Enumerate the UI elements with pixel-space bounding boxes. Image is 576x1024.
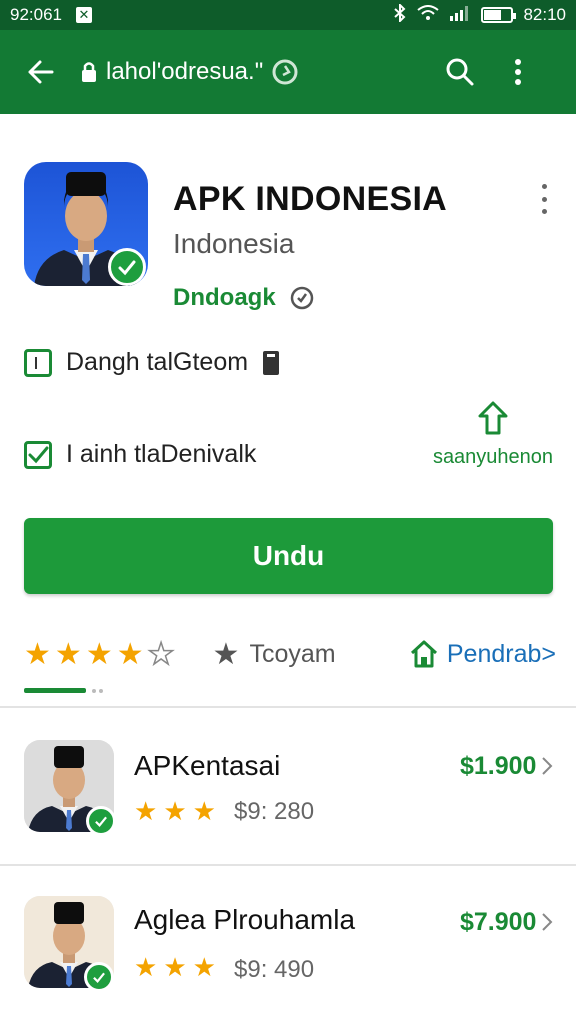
list-item-title: APKentasai [134, 750, 281, 781]
url-text: lahol'odresua." [106, 58, 264, 85]
arrow-left-icon [28, 60, 54, 84]
more-link-label: Pendrab> [446, 639, 556, 668]
list-item[interactable]: APKentasai ★ ★ ★ $9: 280 $1.900 [0, 716, 576, 866]
more-link[interactable]: Pendrab> [409, 639, 556, 669]
bluetooth-icon [393, 2, 407, 27]
share-upload-icon [478, 401, 508, 435]
list-item-meta: $9: 280 [234, 798, 315, 825]
star-filled-icon: ★ [85, 637, 113, 671]
check-badge-icon [84, 962, 114, 992]
app-details-card: APK INDONESIA Indonesia Dndoagk Dangh ta… [0, 114, 576, 814]
star-filled-icon: ★ [192, 796, 216, 826]
home-icon [410, 640, 437, 668]
divider [0, 706, 576, 708]
checkbox-unchecked[interactable] [24, 348, 52, 377]
list-item-title: Aglea Plrouhamla [134, 904, 356, 935]
more-menu-button[interactable] [490, 30, 546, 114]
list-item-stars: ★ ★ ★ [134, 796, 216, 827]
status-time-left: 92:061 [10, 5, 62, 24]
search-button[interactable] [430, 30, 490, 114]
divider [0, 864, 576, 866]
verified-icon [290, 286, 313, 310]
app-title: APK INDONESIA [173, 180, 448, 218]
star-filled-icon: ★ [24, 637, 51, 671]
install-button[interactable]: Undu [24, 518, 553, 594]
star-filled-icon: ★ [163, 952, 187, 982]
status-bar: 92:061 ✕ 82:10 [0, 0, 576, 30]
tab-dots [92, 689, 106, 693]
url-bar[interactable]: lahol'odresua." [80, 58, 410, 86]
star-filled-icon: ★ [116, 637, 144, 671]
list-item-price: $7.900 [460, 908, 537, 936]
star-filled-icon: ★ [54, 637, 82, 671]
option-row-1[interactable]: Dangh talGteom [24, 348, 280, 377]
rating-row: ★ ★ ★ ★ ★ ★ Tcoyam Pendrab> [24, 632, 556, 676]
refresh-icon[interactable] [271, 58, 299, 86]
chevron-right-icon [542, 913, 553, 931]
search-icon [446, 58, 474, 86]
more-vert-icon [515, 59, 521, 85]
app-icon[interactable] [24, 162, 148, 286]
developer-link[interactable]: Dndoagk [173, 284, 314, 312]
wifi-icon [417, 4, 440, 26]
list-item[interactable]: Aglea Plrouhamla ★ ★ ★ $9: 490 $7.900 [0, 870, 576, 1020]
star-empty-icon: ★ [147, 637, 175, 672]
category-label: Tcoyam [249, 639, 336, 668]
list-item-meta: $9: 490 [234, 956, 315, 983]
star-filled-icon: ★ [134, 796, 158, 826]
option-2-label: I ainh tlaDenivalk [66, 440, 257, 468]
option-1-label: Dangh talGteom [66, 348, 249, 376]
app-subtitle: Indonesia [173, 228, 295, 259]
app-options-button[interactable] [536, 184, 552, 214]
rating-stars: ★ ★ ★ ★ ★ [24, 637, 175, 672]
star-filled-icon: ★ [134, 952, 158, 982]
tab-indicator [24, 688, 86, 693]
status-time-right: 82:10 [523, 5, 566, 24]
lock-icon [82, 62, 96, 82]
x-notification-icon: ✕ [76, 7, 92, 23]
star-filled-icon: ★ [192, 952, 216, 982]
option-row-2[interactable]: I ainh tlaDenivalk [24, 440, 256, 469]
signal-icon [449, 5, 471, 26]
list-item-stars: ★ ★ ★ [134, 952, 216, 983]
battery-icon [481, 7, 517, 23]
checkbox-checked[interactable] [24, 440, 52, 469]
share-label: saanyuhenon [432, 446, 554, 468]
check-badge-icon [86, 806, 116, 836]
check-badge-icon [108, 248, 146, 286]
document-icon [263, 350, 280, 375]
developer-name: Dndoagk [173, 284, 276, 311]
app-bar: lahol'odresua." [0, 30, 576, 114]
back-button[interactable] [0, 30, 80, 114]
list-item-price: $1.900 [460, 752, 537, 780]
star-icon: ★ [212, 637, 240, 671]
star-filled-icon: ★ [163, 796, 187, 826]
chevron-right-icon [542, 757, 553, 775]
share-button[interactable]: saanyuhenon [430, 400, 556, 469]
category-chip[interactable]: ★ Tcoyam [213, 637, 336, 672]
